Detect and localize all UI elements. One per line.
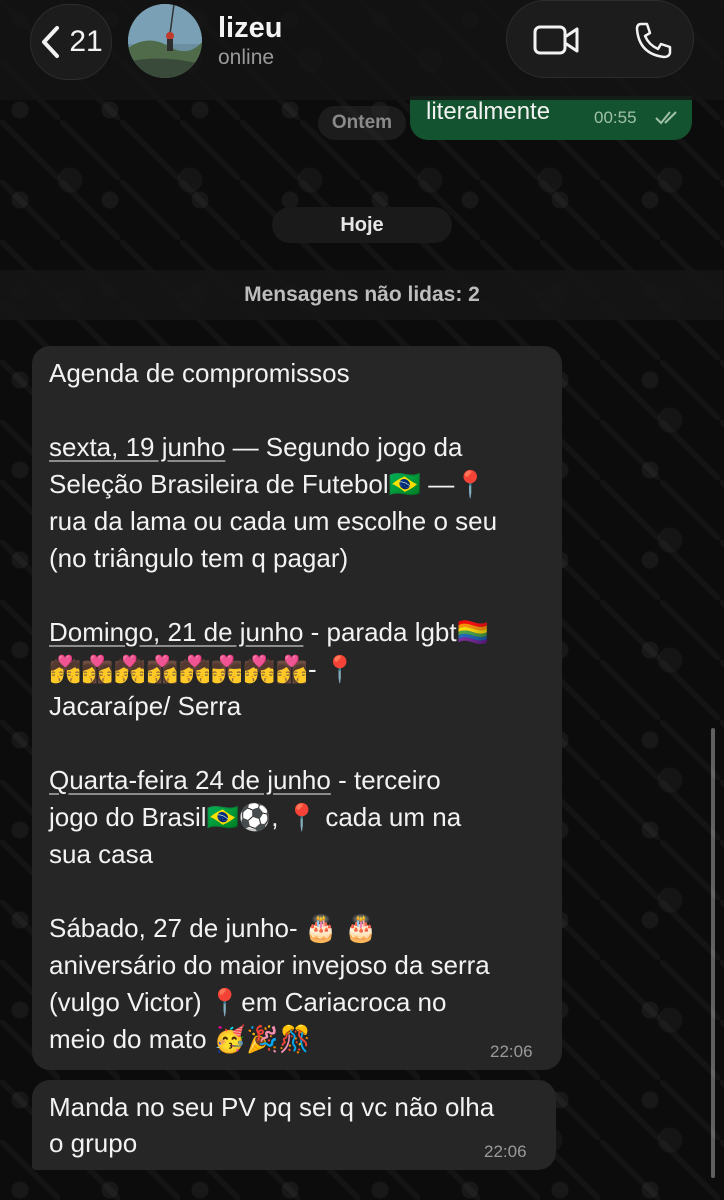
back-button[interactable]: 21 bbox=[30, 4, 112, 80]
unread-chats-count: 21 bbox=[69, 25, 103, 58]
avatar[interactable] bbox=[128, 4, 202, 78]
contact-name[interactable]: lizeu bbox=[218, 12, 282, 45]
agenda-item-1-line-4: (no triângulo tem q pagar) bbox=[49, 543, 349, 573]
chevron-left-icon bbox=[42, 26, 60, 58]
message-title: Agenda de compromissos bbox=[49, 358, 350, 388]
outgoing-message[interactable]: literalmente 00:55 bbox=[410, 96, 692, 140]
chat-header: 21 lizeu online bbox=[0, 0, 724, 100]
message-time: 22:06 bbox=[490, 1042, 533, 1061]
unread-messages-banner: Mensagens não lidas: 2 bbox=[0, 270, 724, 320]
agenda-item-3-line-2: jogo do Brasil🇧🇷⚽, 📍 cada um na bbox=[49, 802, 462, 832]
contact-status: online bbox=[218, 46, 275, 69]
outgoing-message-text: literalmente bbox=[426, 98, 551, 125]
avatar-photo-icon bbox=[128, 4, 202, 78]
agenda-item-4-line-2: aniversário do maior invejoso da serra bbox=[49, 950, 490, 980]
date-pill-today: Hoje bbox=[272, 207, 452, 243]
agenda-item-2-line-1: Domingo, 21 de junho - parada lgbt🏳️‍🌈 bbox=[49, 617, 489, 647]
video-call-icon[interactable] bbox=[533, 23, 579, 57]
date-link[interactable]: sexta, 19 junho bbox=[49, 432, 225, 462]
agenda-item-4-line-4: meio do mato 🥳🎉🎊 bbox=[49, 1024, 311, 1054]
agenda-item-2-line-2: 💏👩‍❤️‍💋‍👩💏👩‍❤️‍💋‍👩💏👨‍❤️‍💋‍👨💏👩‍❤️‍💋‍👩- 📍 bbox=[49, 654, 357, 684]
read-ticks-icon bbox=[655, 111, 677, 125]
message-line-2: o grupo bbox=[49, 1128, 138, 1158]
date-pill-yesterday: Ontem bbox=[318, 106, 406, 140]
date-link[interactable]: Domingo, 21 de junho bbox=[49, 617, 303, 647]
agenda-item-1-line-2: Seleção Brasileira de Futebol🇧🇷 —📍 bbox=[49, 469, 487, 499]
message-line-1: Manda no seu PV pq sei q vc não olha bbox=[49, 1092, 495, 1122]
date-link[interactable]: Quarta-feira 24 de junho bbox=[49, 765, 331, 795]
agenda-item-1-line-1: sexta, 19 junho — Segundo jogo da bbox=[49, 432, 463, 462]
agenda-item-4-line-3: (vulgo Victor) 📍em Cariacroca no bbox=[49, 987, 447, 1017]
agenda-item-4-line-1: Sábado, 27 de junho- 🎂 🎂 bbox=[49, 913, 377, 943]
agenda-item-1-line-3: rua da lama ou cada um escolhe o seu bbox=[49, 506, 498, 536]
outgoing-message-time: 00:55 bbox=[594, 108, 637, 127]
call-actions bbox=[506, 0, 694, 78]
phone-call-icon[interactable] bbox=[633, 21, 673, 59]
agenda-item-3-line-3: sua casa bbox=[49, 839, 154, 869]
agenda-item-3-line-1: Quarta-feira 24 de junho - terceiro bbox=[49, 765, 441, 795]
message-time: 22:06 bbox=[484, 1142, 527, 1161]
scrollbar[interactable] bbox=[711, 728, 715, 1178]
incoming-message-agenda[interactable]: Agenda de compromissos sexta, 19 junho —… bbox=[32, 346, 562, 1070]
agenda-item-2-line-3: Jacaraípe/ Serra bbox=[49, 691, 242, 721]
incoming-message-pv[interactable]: Manda no seu PV pq sei q vc não olha o g… bbox=[32, 1080, 556, 1170]
